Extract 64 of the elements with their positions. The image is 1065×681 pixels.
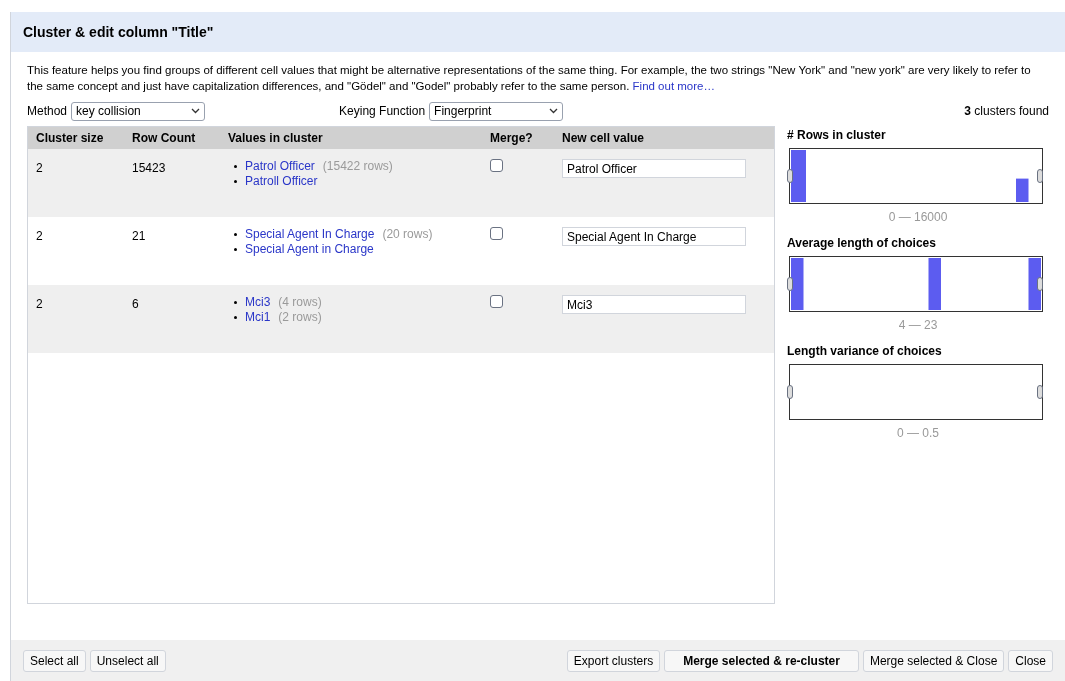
method-select[interactable]: key collision <box>71 101 206 121</box>
bullet-icon <box>234 316 237 319</box>
cluster-value-link[interactable]: Patroll Officer <box>245 174 318 189</box>
footer-button[interactable]: Unselect all <box>89 649 166 672</box>
histogram-bar <box>791 258 804 310</box>
new-value-field[interactable]: Patrol Officer <box>562 159 746 178</box>
histogram-bar <box>791 150 806 202</box>
bullet-icon <box>234 233 237 236</box>
table-cell: 15423 <box>132 161 166 175</box>
row-count-text: (4 rows) <box>278 295 322 310</box>
footer-button[interactable]: Merge selected & re-cluster <box>664 649 859 672</box>
range-text: 0 — 0.5 <box>897 426 939 440</box>
column-header: Values in cluster <box>227 130 324 147</box>
histogram-bar <box>1016 178 1029 202</box>
footer-button[interactable]: Export clusters <box>566 649 661 672</box>
dialog-title: Cluster & edit column "Title" <box>23 22 214 42</box>
description-text: This feature helps you find groups of different cell values that might be alternative representations of the same thing. For example, the two strings "New York" and "new york" are very likely to refer to the same concept and just have capitalization differences, and "Gödel" and "Godel" probably refer to the same person. Find out more… <box>27 63 1032 94</box>
table-cell: 21 <box>132 229 146 243</box>
table-cell: 2 <box>36 229 43 243</box>
facet-title: Length variance of choices <box>787 343 943 360</box>
row-count-text: (15422 rows) <box>322 159 393 174</box>
table-cell: 6 <box>132 297 139 311</box>
keying-function-label: Keying Function <box>339 103 426 120</box>
new-value-field[interactable]: Special Agent In Charge <box>562 227 746 246</box>
cluster-value-link[interactable]: Mci3 <box>245 295 271 310</box>
cluster-value-link[interactable]: Special Agent In Charge <box>245 227 375 242</box>
table-cell: 2 <box>36 161 43 175</box>
cluster-value-link[interactable]: Patrol Officer <box>245 159 315 174</box>
slider-handle[interactable] <box>787 277 793 291</box>
footer-button[interactable]: Merge selected & Close <box>862 649 1005 672</box>
slider-handle[interactable] <box>1037 277 1043 291</box>
method-label: Method <box>27 103 68 120</box>
chevron-down-icon <box>191 108 201 114</box>
bullet-icon <box>234 180 237 183</box>
new-value-field[interactable]: Mci3 <box>562 295 746 314</box>
bullet-icon <box>234 248 237 251</box>
table-cell: 2 <box>36 297 43 311</box>
merge-checkbox[interactable] <box>490 295 503 308</box>
slider-handle[interactable] <box>1037 169 1043 183</box>
cluster-value-link[interactable]: Special Agent in Charge <box>245 242 374 257</box>
range-text: 0 — 16000 <box>888 210 948 224</box>
cluster-value-link[interactable]: Mci1 <box>245 310 271 325</box>
column-header: Row Count <box>131 130 197 147</box>
find-out-more-link[interactable]: Find out more… <box>632 80 715 92</box>
keying-function-select[interactable]: Fingerprint <box>429 101 564 121</box>
slider-handle[interactable] <box>787 169 793 183</box>
bullet-icon <box>234 301 237 304</box>
column-header: Merge? <box>489 130 534 147</box>
clusters-found-text: 3 clusters found <box>964 103 1049 120</box>
facet-title: # Rows in cluster <box>787 127 887 144</box>
column-header: Cluster size <box>35 130 105 147</box>
bullet-icon <box>234 165 237 168</box>
footer-button[interactable]: Select all <box>23 649 86 672</box>
facet-title: Average length of choices <box>787 235 937 252</box>
merge-checkbox[interactable] <box>490 159 503 172</box>
slider-handle[interactable] <box>1037 385 1043 399</box>
footer-button[interactable]: Close <box>1008 649 1053 672</box>
slider-handle[interactable] <box>787 385 793 399</box>
merge-checkbox[interactable] <box>490 227 503 240</box>
chevron-down-icon <box>549 108 559 114</box>
row-count-text: (2 rows) <box>278 310 322 325</box>
range-text: 4 — 23 <box>898 318 938 332</box>
column-header: New cell value <box>561 130 646 147</box>
row-count-text: (20 rows) <box>382 227 433 242</box>
